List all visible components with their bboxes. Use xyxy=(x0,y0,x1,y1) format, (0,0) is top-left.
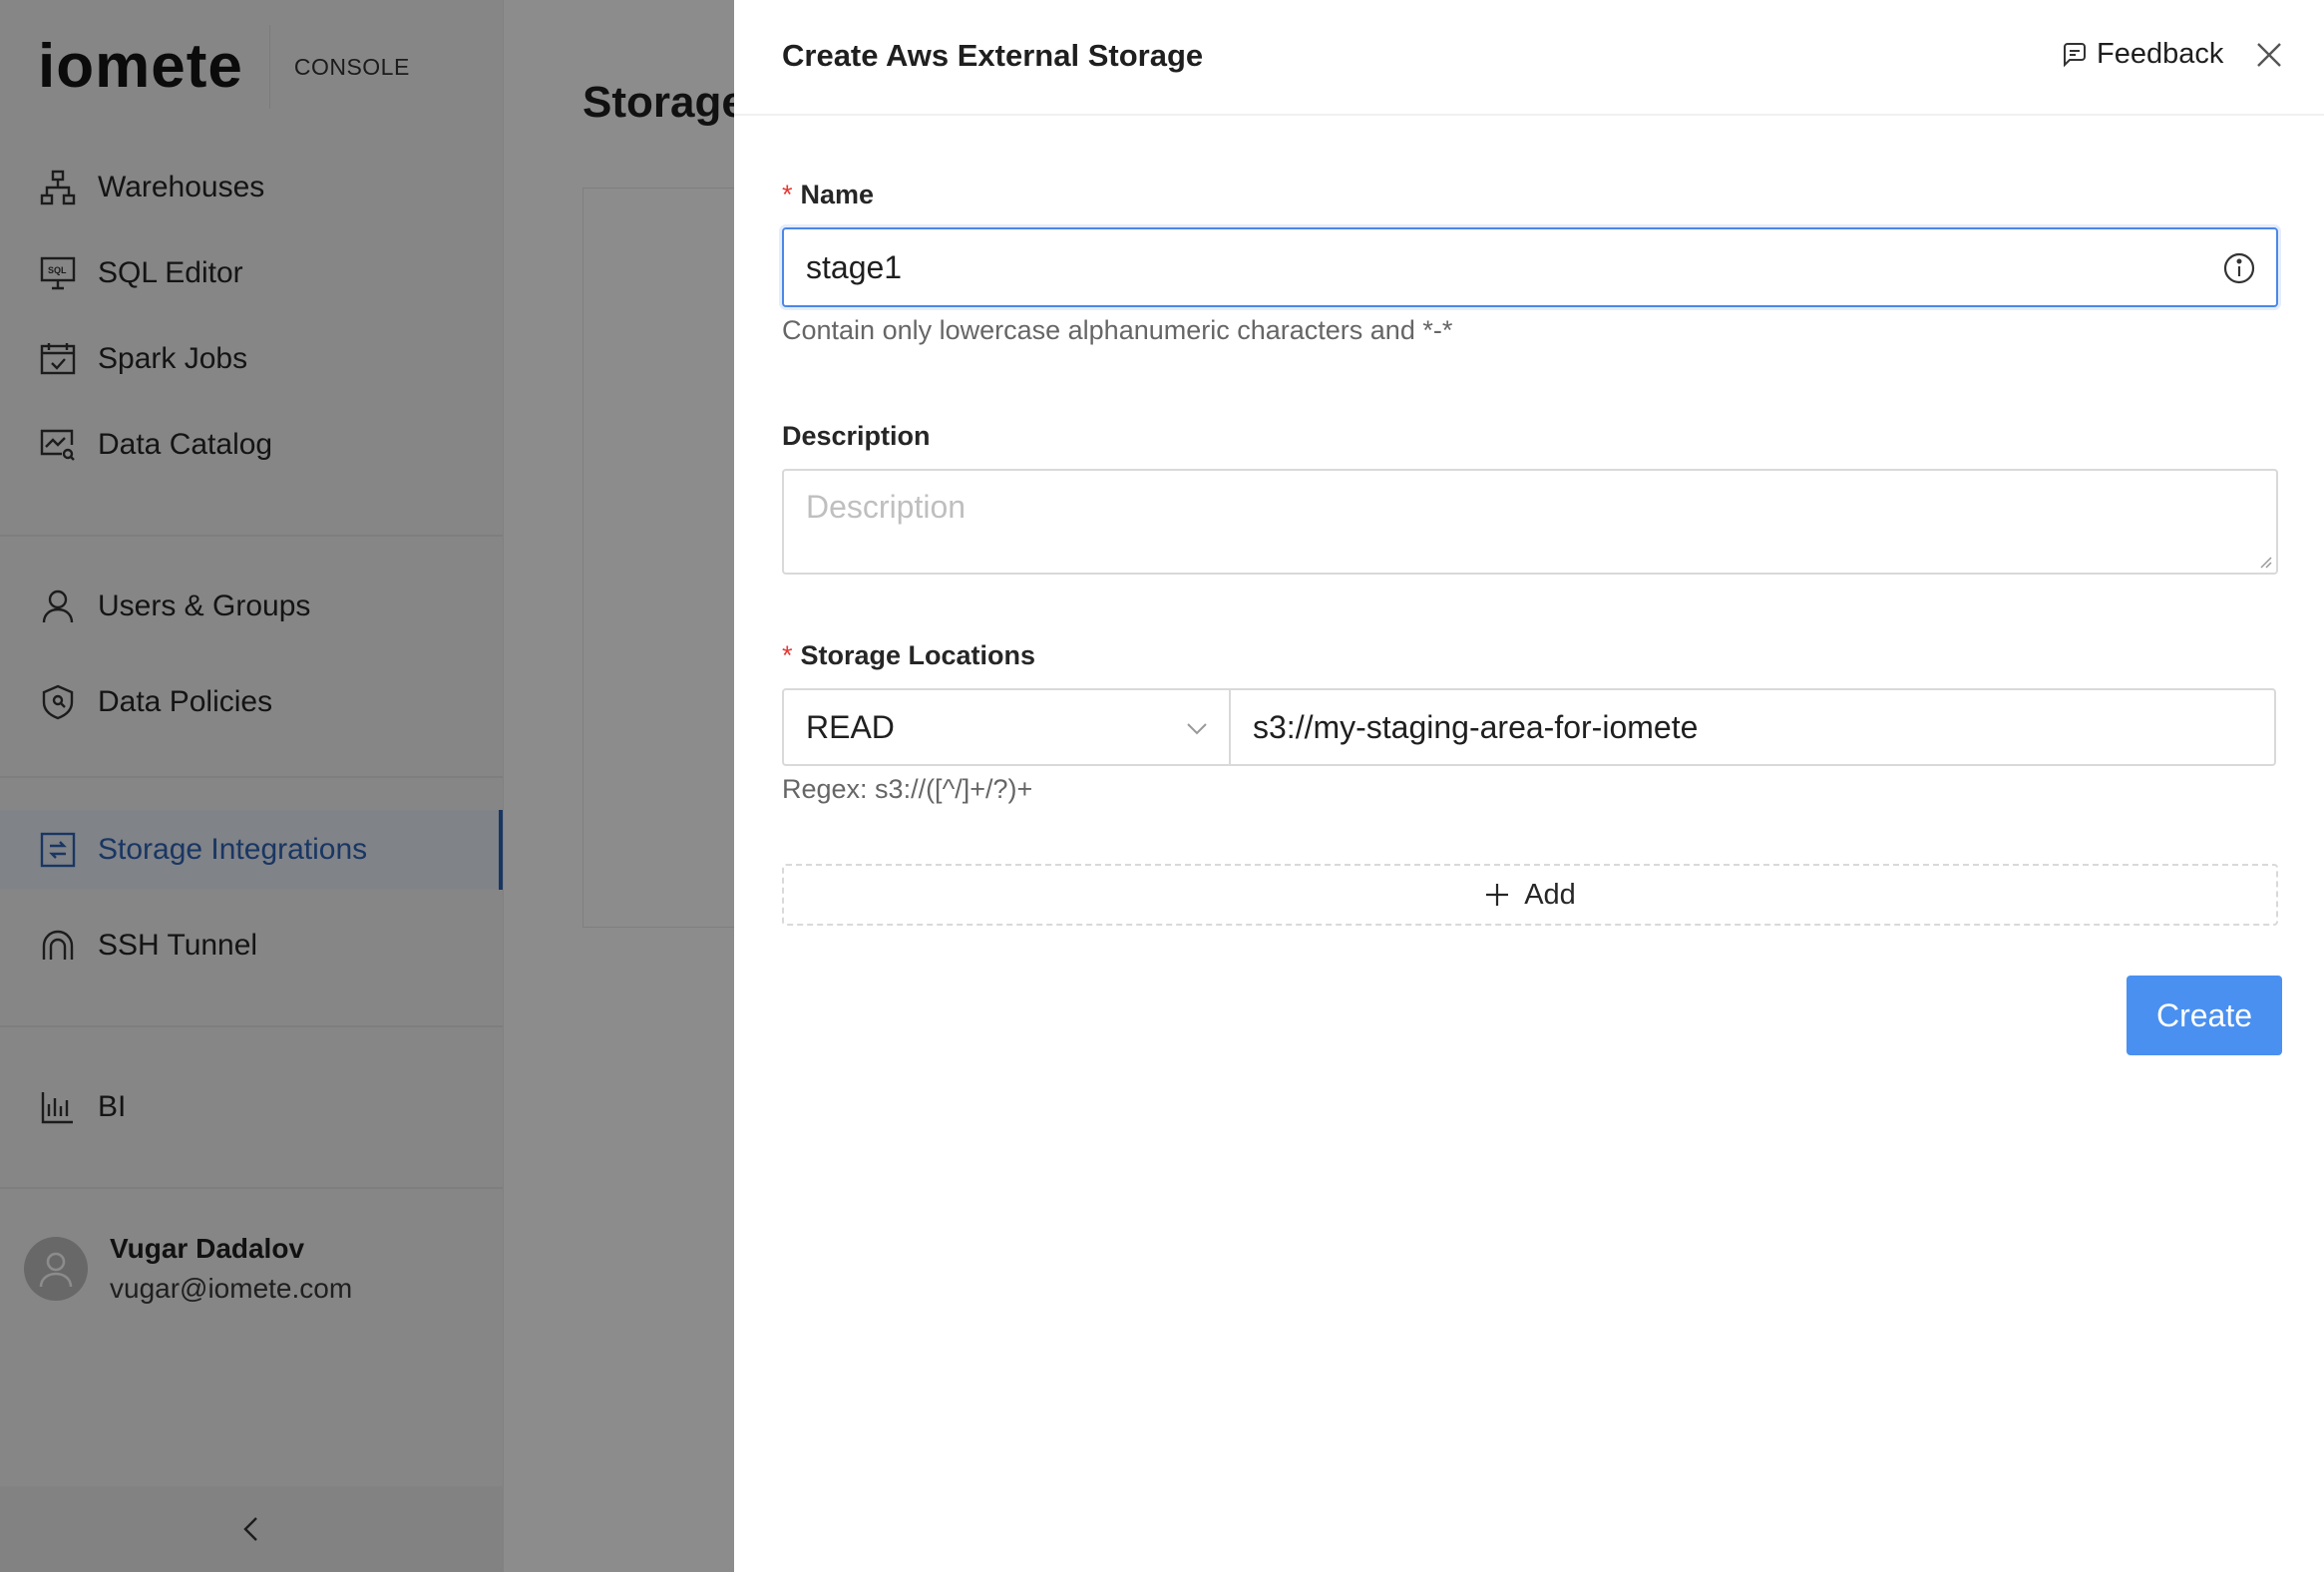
permission-select[interactable]: READ xyxy=(782,688,1231,766)
drawer-title: Create Aws External Storage xyxy=(782,38,1204,73)
name-input-value: stage1 xyxy=(806,248,903,285)
create-storage-drawer: Create Aws External Storage Feedback * Na… xyxy=(734,0,2324,1572)
drawer-header: Create Aws External Storage Feedback xyxy=(734,0,2324,116)
name-label: * Name xyxy=(782,180,875,209)
plus-icon xyxy=(1484,882,1510,908)
storage-location-value: s3://my-staging-area-for-iomete xyxy=(1253,708,1699,745)
description-placeholder: Description xyxy=(806,489,967,525)
resize-handle-icon[interactable] xyxy=(2258,555,2272,569)
name-help-text: Contain only lowercase alphanumeric char… xyxy=(782,315,1453,345)
name-input[interactable]: stage1 xyxy=(782,227,2278,307)
permission-select-value: READ xyxy=(806,708,895,745)
storage-locations-label: * Storage Locations xyxy=(782,640,1036,670)
storage-location-input[interactable]: s3://my-staging-area-for-iomete xyxy=(1229,688,2276,766)
add-location-button[interactable]: Add xyxy=(782,864,2278,926)
close-button[interactable] xyxy=(2254,40,2284,70)
storage-location-help-text: Regex: s3://([^/]+/?)+ xyxy=(782,774,1033,804)
feedback-label: Feedback xyxy=(2097,38,2224,70)
feedback-button[interactable]: Feedback xyxy=(2061,38,2223,71)
required-mark: * xyxy=(782,640,793,670)
add-label: Add xyxy=(1524,878,1576,911)
chat-icon xyxy=(2061,41,2089,69)
close-icon xyxy=(2257,43,2281,67)
chevron-down-icon xyxy=(1185,716,1209,740)
description-textarea[interactable]: Description xyxy=(782,469,2278,575)
required-mark: * xyxy=(782,180,793,209)
info-icon[interactable] xyxy=(2222,251,2256,285)
description-label: Description xyxy=(782,421,931,451)
create-button[interactable]: Create xyxy=(2127,976,2282,1055)
